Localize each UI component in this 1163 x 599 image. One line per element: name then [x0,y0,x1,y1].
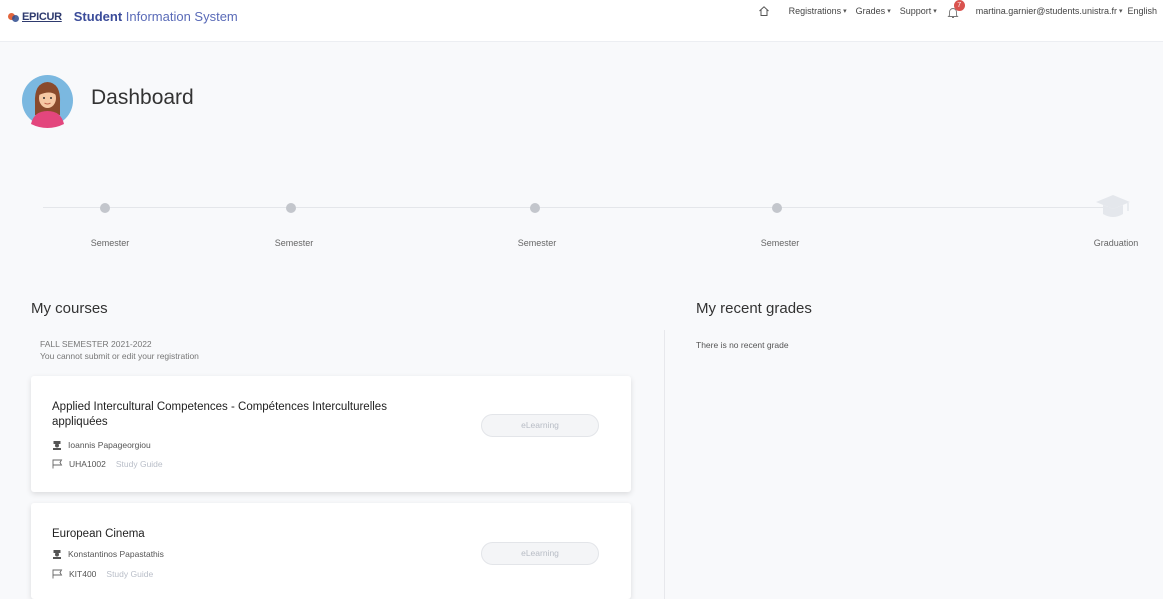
top-navbar: EPICUR Student Information System Regist… [0,0,1163,42]
recent-grades-title: My recent grades [696,300,812,317]
course-name[interactable]: Applied Intercultural Competences - Comp… [52,400,432,430]
chevron-down-icon: ▾ [843,8,847,15]
step-label: Semester [517,238,557,248]
notification-badge: 7 [953,0,965,11]
app-title[interactable]: Student Information System [74,9,238,24]
graduation-cap-icon [1096,195,1130,217]
home-icon[interactable] [758,5,770,17]
nav-registrations[interactable]: Registrations ▾ [789,6,847,16]
app-title-bold: Student [73,9,123,24]
step-label: Semester [760,238,800,248]
main-nav: Registrations ▾ Grades ▾ Support ▾ 7 martin… [758,0,1157,32]
course-name[interactable]: European Cinema [52,527,432,542]
course-code: KIT400 [69,569,97,579]
logo-text: EPICUR [22,10,62,23]
semester-info: FALL SEMESTER 2021-2022 You cannot submi… [40,338,199,362]
progress-track [43,207,1109,208]
logo-icon [8,11,20,23]
instructor-icon [53,550,61,559]
chevron-down-icon: ▾ [933,8,937,15]
nav-registrations-label: Registrations [788,6,842,16]
course-code-row: KIT400 Study Guide [52,569,153,579]
no-grade-message: There is no recent grade [696,340,789,350]
nav-support-label: Support [899,6,932,16]
user-menu[interactable]: martina.garnier@students.unistra.fr ▾ [976,6,1123,16]
chevron-down-icon: ▾ [887,8,891,15]
step-dot [530,203,540,213]
epicur-logo[interactable]: EPICUR [8,11,62,23]
brand[interactable]: EPICUR Student Information System [8,9,238,24]
elearning-button[interactable]: eLearning [481,542,599,565]
page-title: Dashboard [91,86,194,109]
column-divider [664,330,665,599]
study-guide-link[interactable]: Study Guide [116,459,163,469]
course-card[interactable]: European Cinema Konstantinos Papastathis… [31,503,631,599]
app-title-rest: Information System [122,9,238,24]
nav-grades[interactable]: Grades ▾ [856,6,891,16]
study-guide-link[interactable]: Study Guide [106,569,153,579]
graduation-label: Graduation [1093,238,1139,248]
chevron-down-icon: ▾ [1118,8,1123,15]
instructor-icon [53,441,61,450]
course-code: UHA1002 [69,459,106,469]
language-selector[interactable]: English [1127,6,1157,16]
flag-icon [52,459,63,469]
my-courses-title: My courses [31,300,108,317]
notifications-button[interactable]: 7 [947,0,965,18]
step-dot [772,203,782,213]
instructor-name: Ioannis Papageorgiou [68,440,151,450]
nav-grades-label: Grades [855,6,886,16]
user-email: martina.garnier@students.unistra.fr [975,6,1117,16]
instructor-name: Konstantinos Papastathis [68,549,164,559]
course-instructor: Konstantinos Papastathis [52,549,164,559]
step-label: Semester [90,238,130,248]
language-label: English [1127,6,1157,16]
avatar [22,75,73,128]
registration-notice: You cannot submit or edit your registrat… [40,351,199,361]
nav-support[interactable]: Support ▾ [900,6,937,16]
elearning-button[interactable]: eLearning [481,414,599,437]
course-card[interactable]: Applied Intercultural Competences - Comp… [31,376,631,492]
flag-icon [52,569,63,579]
step-label: Semester [274,238,314,248]
course-instructor: Ioannis Papageorgiou [52,440,151,450]
course-code-row: UHA1002 Study Guide [52,459,163,469]
semester-name: FALL SEMESTER 2021-2022 [40,339,152,349]
step-dot [286,203,296,213]
step-dot [100,203,110,213]
